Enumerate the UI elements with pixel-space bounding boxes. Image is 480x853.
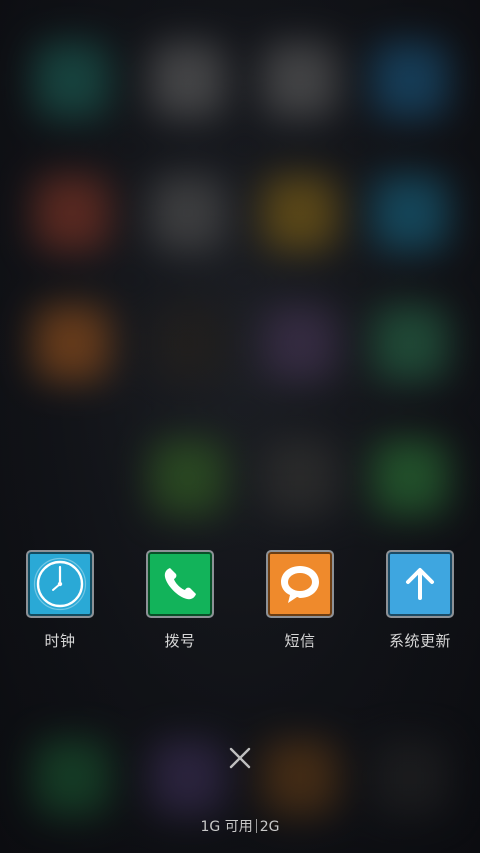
dim-overlay	[0, 0, 480, 853]
memory-total: 2G	[259, 819, 280, 835]
memory-available: 1G 可用	[200, 819, 253, 835]
clear-all-button[interactable]	[224, 742, 256, 774]
memory-divider	[255, 819, 257, 833]
message-icon	[281, 566, 319, 603]
app-icon-clock[interactable]	[26, 550, 94, 618]
memory-status: 1G 可用 2G	[0, 816, 480, 836]
app-label-messages: 短信	[284, 632, 316, 650]
recent-app-system-update[interactable]: 系统更新	[383, 550, 457, 651]
clock-icon	[33, 557, 87, 611]
recent-apps-row: 时钟 拨号 短信 系统更新	[0, 550, 480, 660]
app-icon-messages[interactable]	[266, 550, 334, 618]
recent-app-dialer[interactable]: 拨号	[143, 550, 217, 651]
app-label-clock: 时钟	[44, 632, 76, 650]
recents-screen: 时钟 拨号 短信 系统更新 1G 可用 2G	[0, 0, 480, 853]
app-icon-system-update[interactable]	[386, 550, 454, 618]
app-label-system-update: 系统更新	[388, 632, 451, 650]
app-icon-dialer[interactable]	[146, 550, 214, 618]
app-label-dialer: 拨号	[164, 632, 196, 650]
phone-icon	[164, 568, 196, 600]
recent-app-messages[interactable]: 短信	[263, 550, 337, 651]
close-icon	[229, 747, 251, 769]
arrow-up-icon	[406, 568, 434, 600]
recent-app-clock[interactable]: 时钟	[23, 550, 97, 651]
